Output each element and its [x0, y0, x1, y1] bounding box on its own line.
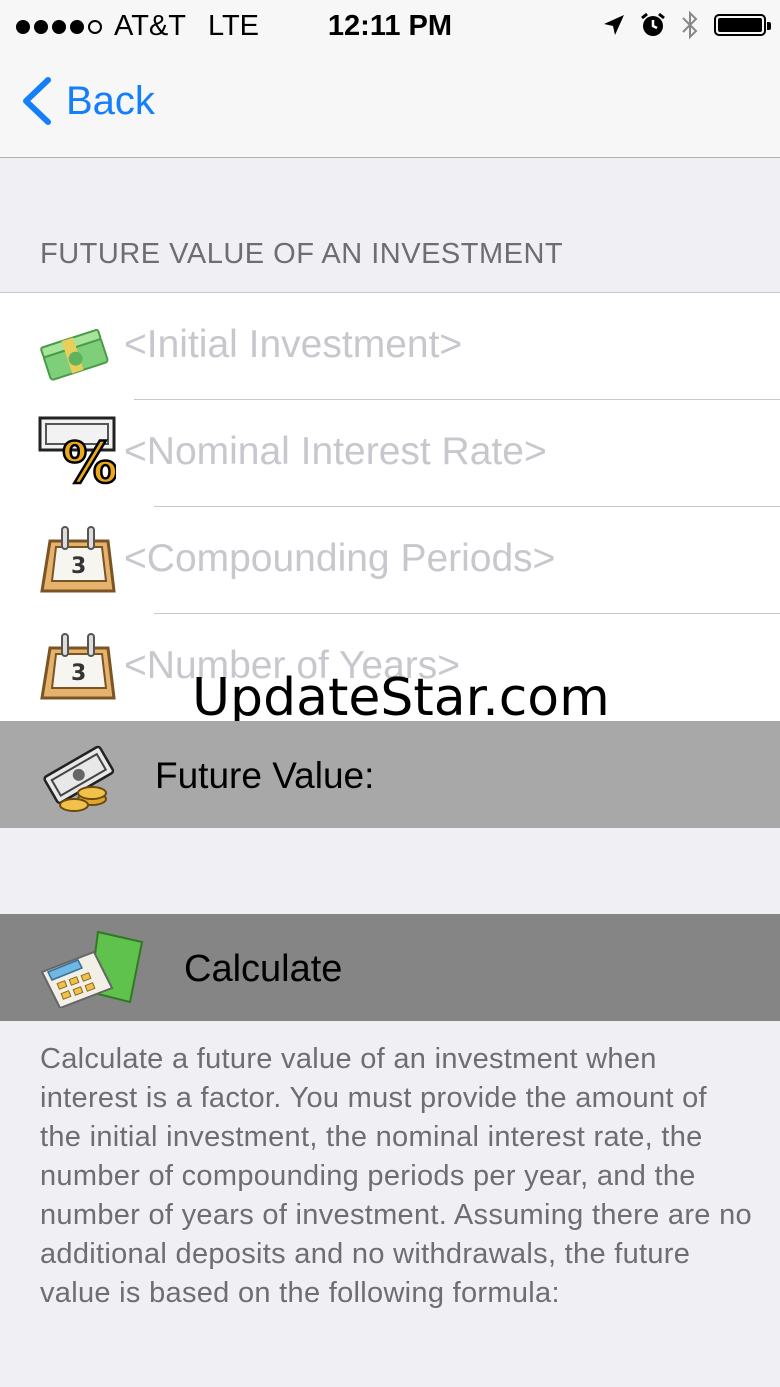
calendar-icon: 3: [40, 633, 116, 700]
percent-icon: %: [38, 416, 116, 490]
description-text: Calculate a future value of an investmen…: [40, 1043, 752, 1309]
watermark: UpdateStar.com: [192, 668, 610, 728]
nominal-interest-rate-input[interactable]: <Nominal Interest Rate>: [124, 430, 547, 474]
future-value-label: Future Value:: [155, 755, 375, 796]
compounding-periods-row[interactable]: 3 <Compounding Periods>: [0, 507, 780, 614]
svg-text:%: %: [62, 431, 116, 490]
initial-investment-row[interactable]: <Initial Investment>: [0, 293, 780, 400]
status-right: [602, 10, 771, 40]
money-stack-icon: [40, 328, 109, 381]
compounding-periods-input[interactable]: <Compounding Periods>: [124, 537, 555, 581]
svg-text:3: 3: [71, 554, 86, 579]
input-form-list: <Initial Investment> % <Nominal Interest…: [0, 292, 780, 721]
calculator-folder-icon: [40, 930, 144, 1008]
calculate-button[interactable]: Calculate: [0, 914, 780, 1021]
status-bar: AT&T LTE 12:11 PM: [0, 0, 780, 54]
navigation-bar: Back: [0, 54, 780, 158]
calendar-icon: 3: [40, 526, 116, 593]
future-value-result: Future Value:: [0, 721, 780, 828]
money-coins-icon: [43, 745, 115, 812]
back-button[interactable]: Back: [20, 76, 155, 126]
calculate-label: Calculate: [184, 948, 343, 990]
battery-icon: [714, 14, 771, 36]
location-arrow-icon: [604, 15, 624, 35]
svg-text:3: 3: [71, 661, 86, 686]
nominal-interest-rate-row[interactable]: % <Nominal Interest Rate>: [0, 400, 780, 507]
initial-investment-input[interactable]: <Initial Investment>: [124, 323, 462, 367]
back-label: Back: [66, 78, 155, 123]
section-header: FUTURE VALUE OF AN INVESTMENT: [40, 238, 564, 270]
alarm-clock-icon: [641, 12, 665, 36]
chevron-left-icon: [23, 77, 51, 125]
bluetooth-icon: [682, 10, 698, 40]
